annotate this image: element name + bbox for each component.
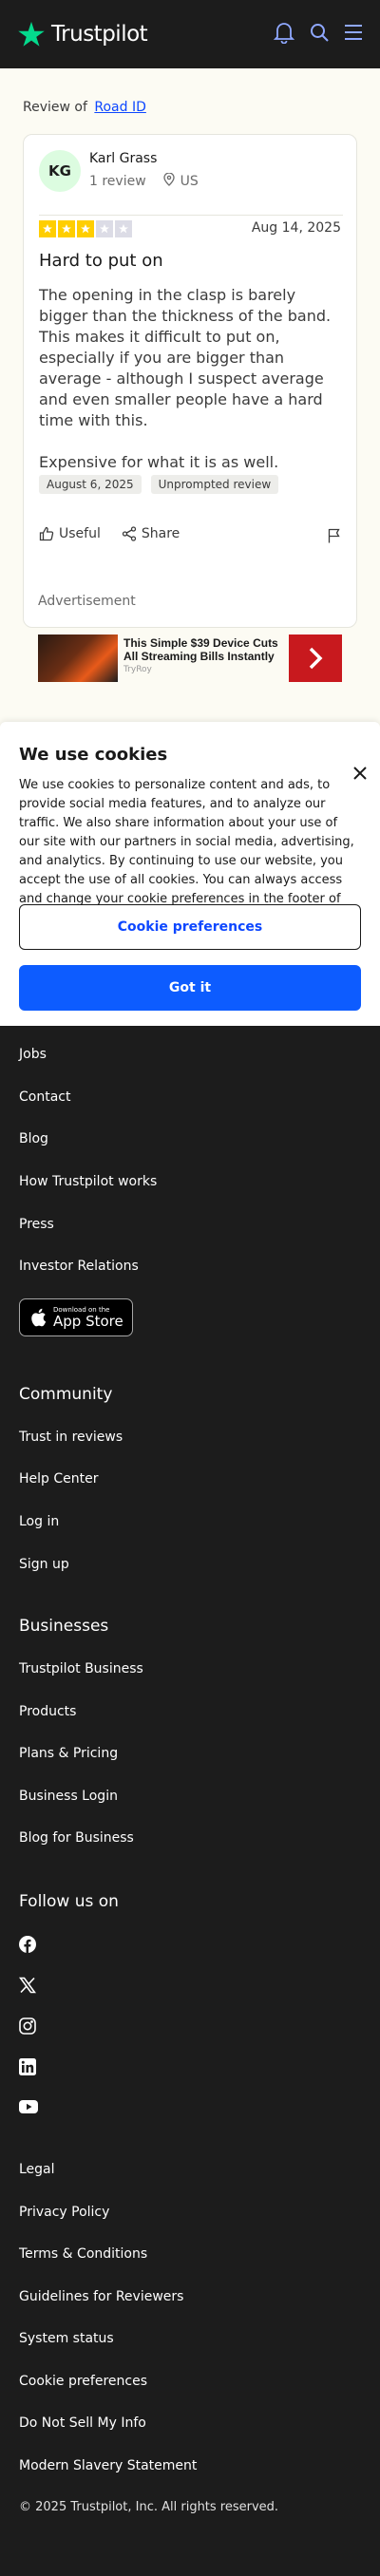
country: US (180, 174, 199, 189)
useful-button[interactable]: Useful (39, 526, 101, 541)
brand-name: Trustpilot (51, 22, 148, 47)
footer-link-trust-in-reviews[interactable]: Trust in reviews (19, 1430, 123, 1445)
bell-icon[interactable] (273, 21, 295, 47)
author-meta: 1 review US (89, 172, 199, 190)
app-store-big-text: App Store (53, 1313, 124, 1330)
star-rating (39, 220, 132, 237)
footer-link-log-in[interactable]: Log in (19, 1514, 59, 1529)
footer-link-jobs[interactable]: Jobs (19, 1047, 47, 1062)
share-label: Share (141, 526, 180, 541)
footer-link-press[interactable]: Press (19, 1217, 54, 1232)
footer-link-contact[interactable]: Contact (19, 1089, 70, 1105)
trustpilot-logo[interactable]: Trustpilot (17, 20, 148, 48)
review-of-line: Review of Road ID (23, 100, 146, 115)
advertisement-label: Advertisement (38, 594, 136, 609)
footer-link-privacy-policy[interactable]: Privacy Policy (19, 2205, 109, 2220)
footer-link-help-center[interactable]: Help Center (19, 1471, 99, 1487)
footer-link-sign-up[interactable]: Sign up (19, 1557, 69, 1572)
ad-title: This Simple $39 Device Cuts All Streamin… (124, 636, 278, 663)
accept-cookies-button[interactable]: Got it (19, 965, 361, 1011)
star-empty-icon (115, 220, 132, 237)
follow-us-heading: Follow us on (19, 1892, 119, 1911)
businesses-heading: Businesses (19, 1617, 109, 1636)
cookie-title: We use cookies (19, 745, 168, 765)
cookie-banner: We use cookies We use cookies to persona… (0, 722, 380, 1026)
x-icon[interactable] (18, 1977, 37, 1998)
thumbs-up-icon (39, 526, 54, 541)
linkedin-icon[interactable] (19, 2058, 36, 2079)
footer-link-system-status[interactable]: System status (19, 2331, 114, 2346)
share-icon (122, 526, 137, 541)
youtube-icon[interactable] (19, 2099, 38, 2117)
star-filled-icon (58, 220, 75, 237)
review-card: KG Karl Grass 1 review US Aug 14, 2025 H… (23, 134, 357, 628)
star-empty-icon (96, 220, 113, 237)
review-title[interactable]: Hard to put on (39, 251, 163, 271)
site-footer: Jobs Contact Blog How Trustpilot works P… (0, 1026, 380, 2576)
review-actions: Useful Share (39, 526, 180, 541)
review-body: The opening in the clasp is barely bigge… (39, 285, 345, 473)
footer-link-cookie-preferences[interactable]: Cookie preferences (19, 2374, 147, 2389)
reviews-count: 1 review (89, 174, 146, 189)
footer-link-modern-slavery-statement[interactable]: Modern Slavery Statement (19, 2458, 197, 2473)
instagram-icon[interactable] (19, 2017, 36, 2038)
copyright: © 2025 Trustpilot, Inc. All rights reser… (19, 2500, 279, 2514)
review-of-prefix: Review of (23, 100, 87, 115)
author-name[interactable]: Karl Grass (89, 151, 157, 166)
share-button[interactable]: Share (122, 526, 180, 541)
company-link[interactable]: Road ID (94, 100, 146, 115)
footer-link-blog[interactable]: Blog (19, 1131, 48, 1146)
community-heading: Community (19, 1385, 113, 1404)
location-pin-icon (163, 172, 175, 190)
footer-link-products[interactable]: Products (19, 1704, 76, 1719)
star-filled-icon (77, 220, 94, 237)
star-filled-icon (39, 220, 56, 237)
app-store-button[interactable]: Download on the App Store (19, 1298, 133, 1336)
search-icon[interactable] (310, 23, 329, 46)
ad-chevron-button[interactable] (289, 635, 342, 682)
footer-link-legal[interactable]: Legal (19, 2162, 55, 2177)
review-paragraph: The opening in the clasp is barely bigge… (39, 286, 332, 429)
unprompted-tag[interactable]: Unprompted review (150, 475, 279, 494)
chevron-right-icon (309, 647, 323, 670)
menu-icon[interactable] (344, 24, 363, 45)
star-logo-icon (18, 21, 45, 47)
report-flag-icon[interactable] (328, 528, 341, 547)
ad-source: TryRoy (124, 665, 152, 674)
review-paragraph: Expensive for what it is as well. (39, 453, 279, 471)
footer-link-guidelines-for-reviewers[interactable]: Guidelines for Reviewers (19, 2289, 183, 2304)
review-date: Aug 14, 2025 (251, 220, 341, 236)
footer-link-plans-pricing[interactable]: Plans & Pricing (19, 1746, 118, 1761)
ad-image (38, 635, 118, 682)
cookie-preferences-button[interactable]: Cookie preferences (19, 904, 361, 950)
site-header: Trustpilot (0, 0, 380, 68)
footer-link-how-trustpilot-works[interactable]: How Trustpilot works (19, 1174, 157, 1189)
footer-link-business-login[interactable]: Business Login (19, 1789, 118, 1804)
apple-icon (31, 1308, 47, 1327)
review-tags: August 6, 2025 Unprompted review (39, 475, 279, 494)
advertisement-banner[interactable]: This Simple $39 Device Cuts All Streamin… (38, 635, 342, 682)
footer-link-investor-relations[interactable]: Investor Relations (19, 1259, 139, 1274)
footer-link-do-not-sell[interactable]: Do Not Sell My Info (19, 2415, 146, 2431)
avatar[interactable]: KG (39, 150, 81, 192)
footer-link-trustpilot-business[interactable]: Trustpilot Business (19, 1661, 143, 1676)
footer-link-blog-for-business[interactable]: Blog for Business (19, 1830, 134, 1846)
facebook-icon[interactable] (19, 1936, 36, 1957)
useful-label: Useful (59, 526, 101, 541)
experience-date-tag: August 6, 2025 (39, 475, 142, 494)
footer-link-terms-conditions[interactable]: Terms & Conditions (19, 2246, 147, 2262)
card-divider (39, 215, 343, 216)
